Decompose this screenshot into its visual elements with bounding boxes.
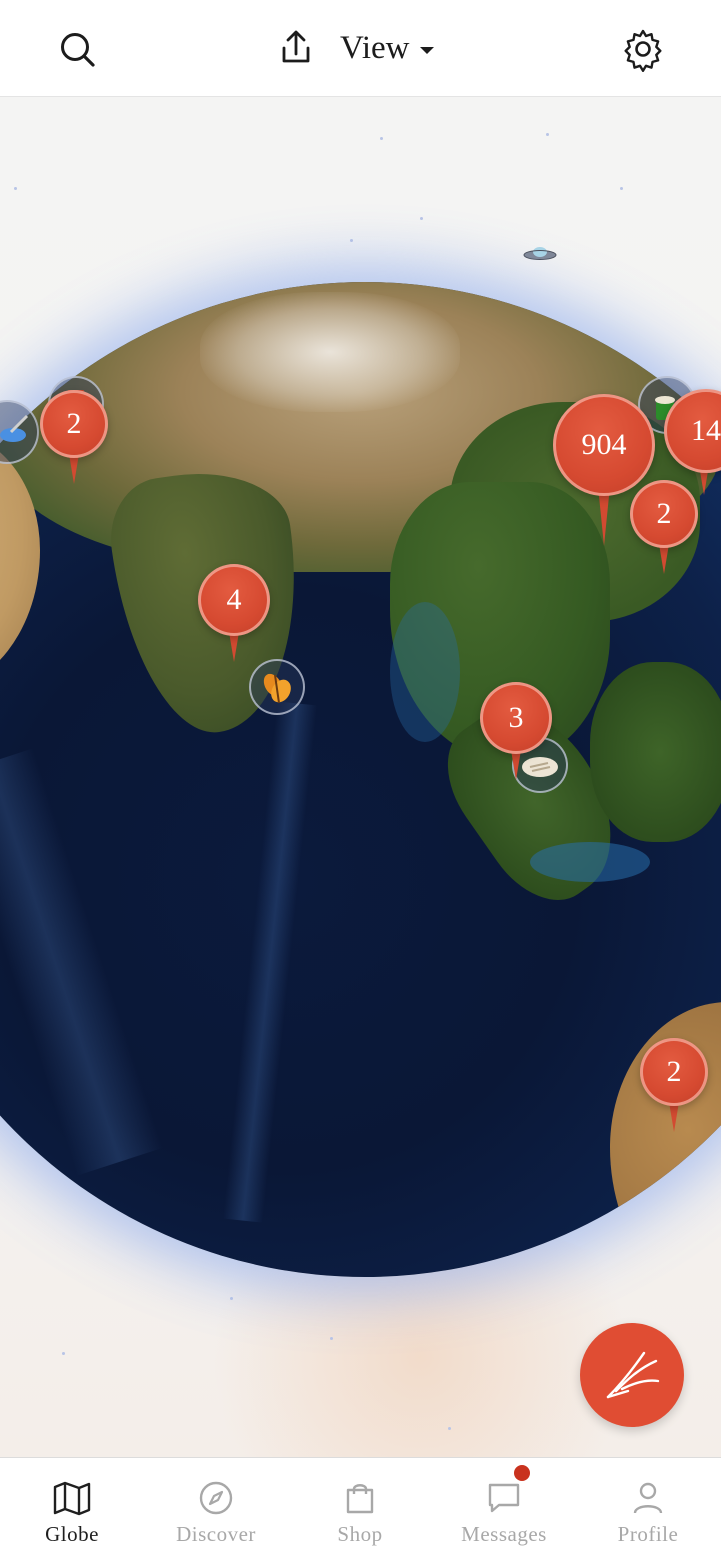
caret-down-icon <box>419 46 434 54</box>
shopping-bag-icon <box>346 1484 374 1514</box>
view-dropdown[interactable]: View <box>340 24 434 72</box>
settings-icon[interactable] <box>620 26 666 72</box>
compass-icon <box>199 1481 233 1515</box>
tab-label: Discover <box>176 1522 256 1546</box>
star <box>546 133 549 136</box>
tab-profile[interactable]: Profile <box>576 1458 720 1561</box>
star <box>330 1337 333 1340</box>
ufo-icon[interactable] <box>522 244 558 262</box>
star <box>230 1297 233 1300</box>
cluster-count: 2 <box>40 390 108 458</box>
tab-globe[interactable]: Globe <box>0 1458 144 1561</box>
tab-shop[interactable]: Shop <box>288 1458 432 1561</box>
bottom-navigation: Globe Discover Shop Messages Profile <box>0 1457 721 1561</box>
map-icon <box>53 1481 91 1516</box>
cluster-count: 2 <box>640 1038 708 1106</box>
star <box>62 1352 65 1355</box>
star <box>14 187 17 190</box>
cluster-count: 3 <box>480 682 552 754</box>
share-icon[interactable] <box>276 28 316 68</box>
cluster-count: 904 <box>553 394 655 496</box>
star <box>380 137 383 140</box>
view-label: View <box>340 29 410 66</box>
tab-label: Profile <box>617 1522 679 1546</box>
user-icon <box>633 1482 663 1514</box>
star <box>448 1427 451 1430</box>
tab-label: Globe <box>45 1522 99 1546</box>
ocean-ridge <box>0 748 163 1176</box>
leaves-icon[interactable] <box>249 659 305 715</box>
star <box>620 187 623 190</box>
top-bar: View <box>0 0 721 97</box>
compose-button[interactable] <box>580 1323 684 1427</box>
shelf <box>530 842 650 882</box>
notification-dot <box>514 1465 530 1481</box>
land-borneo <box>590 662 721 842</box>
cluster-count: 4 <box>198 564 270 636</box>
cluster-count: 2 <box>630 480 698 548</box>
tab-label: Shop <box>337 1522 383 1546</box>
tab-discover[interactable]: Discover <box>144 1458 288 1561</box>
globe-view[interactable]: 2 904 14 2 4 3 2 <box>0 97 721 1457</box>
chat-icon <box>488 1483 520 1513</box>
star <box>420 217 423 220</box>
tab-messages[interactable]: Messages <box>432 1458 576 1561</box>
quill-pen-icon <box>606 1351 660 1399</box>
land-himalaya <box>200 292 460 412</box>
star <box>350 239 353 242</box>
ocean-ridge <box>222 701 318 1223</box>
tab-label: Messages <box>461 1522 547 1546</box>
poi-icon[interactable] <box>0 400 39 464</box>
shelf <box>390 602 460 742</box>
search-icon[interactable] <box>56 28 100 72</box>
